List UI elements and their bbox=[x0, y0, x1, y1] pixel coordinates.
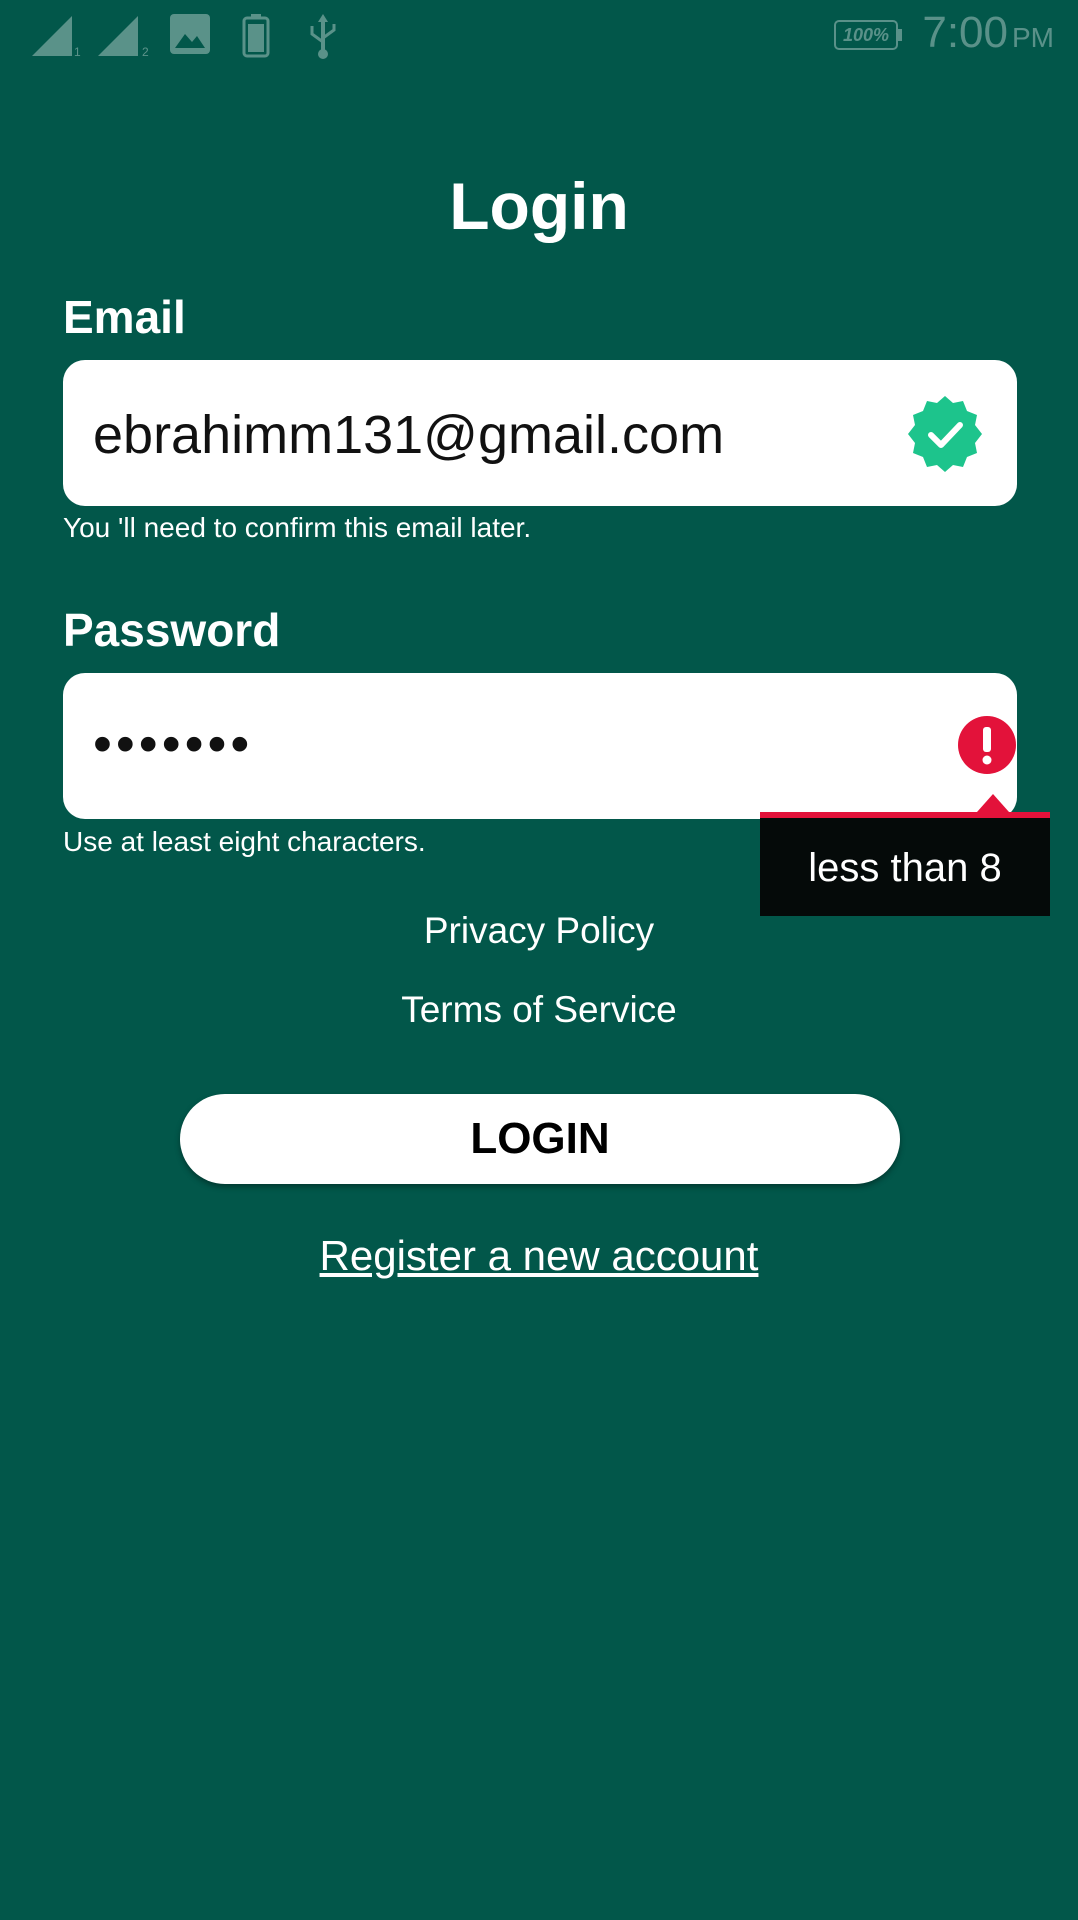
signal-1-icon: 1 bbox=[32, 16, 81, 58]
verified-check-icon bbox=[908, 396, 982, 472]
status-clock: 7:00 PM bbox=[922, 8, 1054, 58]
email-label: Email bbox=[63, 291, 186, 343]
email-hint: You 'll need to confirm this email later… bbox=[63, 512, 532, 543]
password-error-tooltip: less than 8 bbox=[760, 812, 1050, 916]
privacy-policy-link[interactable]: Privacy Policy bbox=[0, 910, 1078, 952]
password-hint: Use at least eight characters. bbox=[63, 826, 426, 857]
login-button[interactable]: LOGIN bbox=[180, 1094, 900, 1184]
svg-text:2: 2 bbox=[142, 45, 149, 58]
terms-of-service-link[interactable]: Terms of Service bbox=[0, 989, 1078, 1031]
battery-saver-icon bbox=[242, 14, 270, 58]
battery-indicator: 100% bbox=[834, 20, 902, 50]
error-icon[interactable] bbox=[957, 715, 1017, 775]
page-title: Login bbox=[449, 169, 629, 243]
email-value: ebrahimm131@gmail.com bbox=[93, 405, 725, 465]
signal-2-icon: 2 bbox=[98, 16, 149, 58]
password-field[interactable]: ••••••• bbox=[63, 673, 1017, 819]
usb-icon bbox=[310, 14, 336, 59]
svg-text:1: 1 bbox=[74, 45, 81, 58]
password-value: ••••••• bbox=[93, 714, 254, 774]
image-icon bbox=[170, 14, 210, 54]
email-field[interactable]: ebrahimm131@gmail.com bbox=[63, 360, 1017, 506]
tooltip-text: less than 8 bbox=[808, 846, 1002, 890]
status-time: 7:00 bbox=[922, 8, 1008, 57]
password-label: Password bbox=[63, 604, 281, 656]
tooltip-caret bbox=[977, 794, 1009, 812]
status-bar: 1 2 100% 7:00 PM bbox=[0, 0, 1078, 72]
status-ampm: PM bbox=[1012, 22, 1054, 53]
register-link[interactable]: Register a new account bbox=[0, 1232, 1078, 1280]
